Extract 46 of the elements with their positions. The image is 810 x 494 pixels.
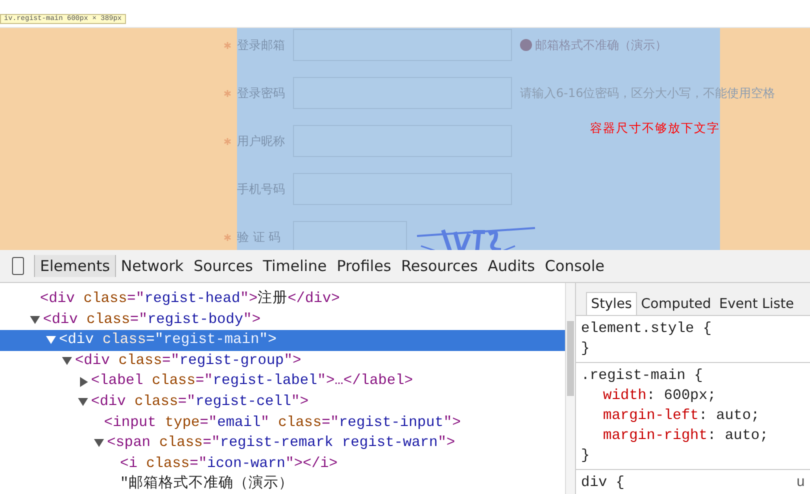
captcha-input[interactable]	[293, 221, 407, 250]
scrollbar-thumb[interactable]	[567, 321, 574, 396]
field-label: 验 证 码	[237, 229, 282, 246]
expanded-arrow-icon[interactable]	[62, 357, 72, 366]
field-label: 用户昵称	[237, 133, 286, 150]
dom-node-code[interactable]: <i class="icon-warn"></i>	[120, 454, 338, 474]
dom-node-code[interactable]: <label class="regist-label">…</label>	[91, 371, 413, 392]
css-declaration[interactable]: width: 600px;	[581, 386, 805, 406]
css-selector: .regist-main {	[581, 367, 703, 386]
warning-icon	[520, 39, 532, 51]
dom-node-code[interactable]: <div class="regist-group">	[75, 350, 302, 372]
styles-tab[interactable]: Event Liste	[715, 293, 798, 315]
devtools-tab[interactable]: Resources	[396, 255, 483, 277]
css-declaration[interactable]: margin-left: auto;	[581, 406, 805, 426]
devtools-tab[interactable]: Console	[540, 255, 610, 277]
devtools-tab[interactable]: Network	[116, 255, 189, 277]
stylesheet-source[interactable]: u	[796, 473, 805, 493]
styles-tab[interactable]: Styles	[586, 292, 637, 315]
devtools-tab[interactable]: Timeline	[258, 255, 332, 277]
dom-node-code[interactable]: <span class="regist-remark regist-warn">	[107, 433, 456, 454]
expanded-arrow-icon[interactable]	[94, 439, 104, 448]
expanded-arrow-icon[interactable]	[78, 398, 88, 406]
field-label: 登录邮箱	[237, 37, 286, 54]
styles-tab[interactable]: Computed	[636, 293, 716, 315]
dom-node-code[interactable]: <div class="regist-main">	[59, 330, 277, 351]
device-mode-icon[interactable]	[12, 257, 24, 275]
dom-node-code[interactable]: "邮箱格式不准确（演示）	[120, 474, 294, 494]
css-selector: div {	[581, 474, 625, 493]
dom-node-code[interactable]: <input type="email" class="regist-input">	[104, 412, 461, 434]
css-brace: }	[581, 447, 591, 466]
annotation-text: 容器尺寸不够放下文字	[590, 120, 720, 137]
field-label: 登录密码	[237, 85, 286, 102]
dom-node-code[interactable]: <div class="regist-body">	[43, 310, 261, 330]
css-declaration[interactable]: margin-right: auto;	[581, 426, 805, 446]
field-label: 手机号码	[237, 181, 286, 198]
dom-node-code[interactable]: <div class="regist-head">注册</div>	[40, 289, 340, 310]
devtools-tab[interactable]: Profiles	[332, 255, 396, 277]
collapsed-arrow-icon[interactable]	[80, 376, 88, 387]
dom-node-code[interactable]: <div class="regist-cell">	[91, 392, 309, 413]
css-brace: }	[581, 340, 591, 359]
css-selector: element.style {	[581, 320, 712, 339]
warning-message: 邮箱格式不准确（演示）	[535, 37, 667, 54]
devtools-tab[interactable]: Sources	[188, 255, 258, 277]
devtools-tab[interactable]: Elements	[34, 255, 116, 277]
devtools-tab[interactable]: Audits	[482, 255, 540, 277]
input-field[interactable]	[293, 29, 512, 61]
